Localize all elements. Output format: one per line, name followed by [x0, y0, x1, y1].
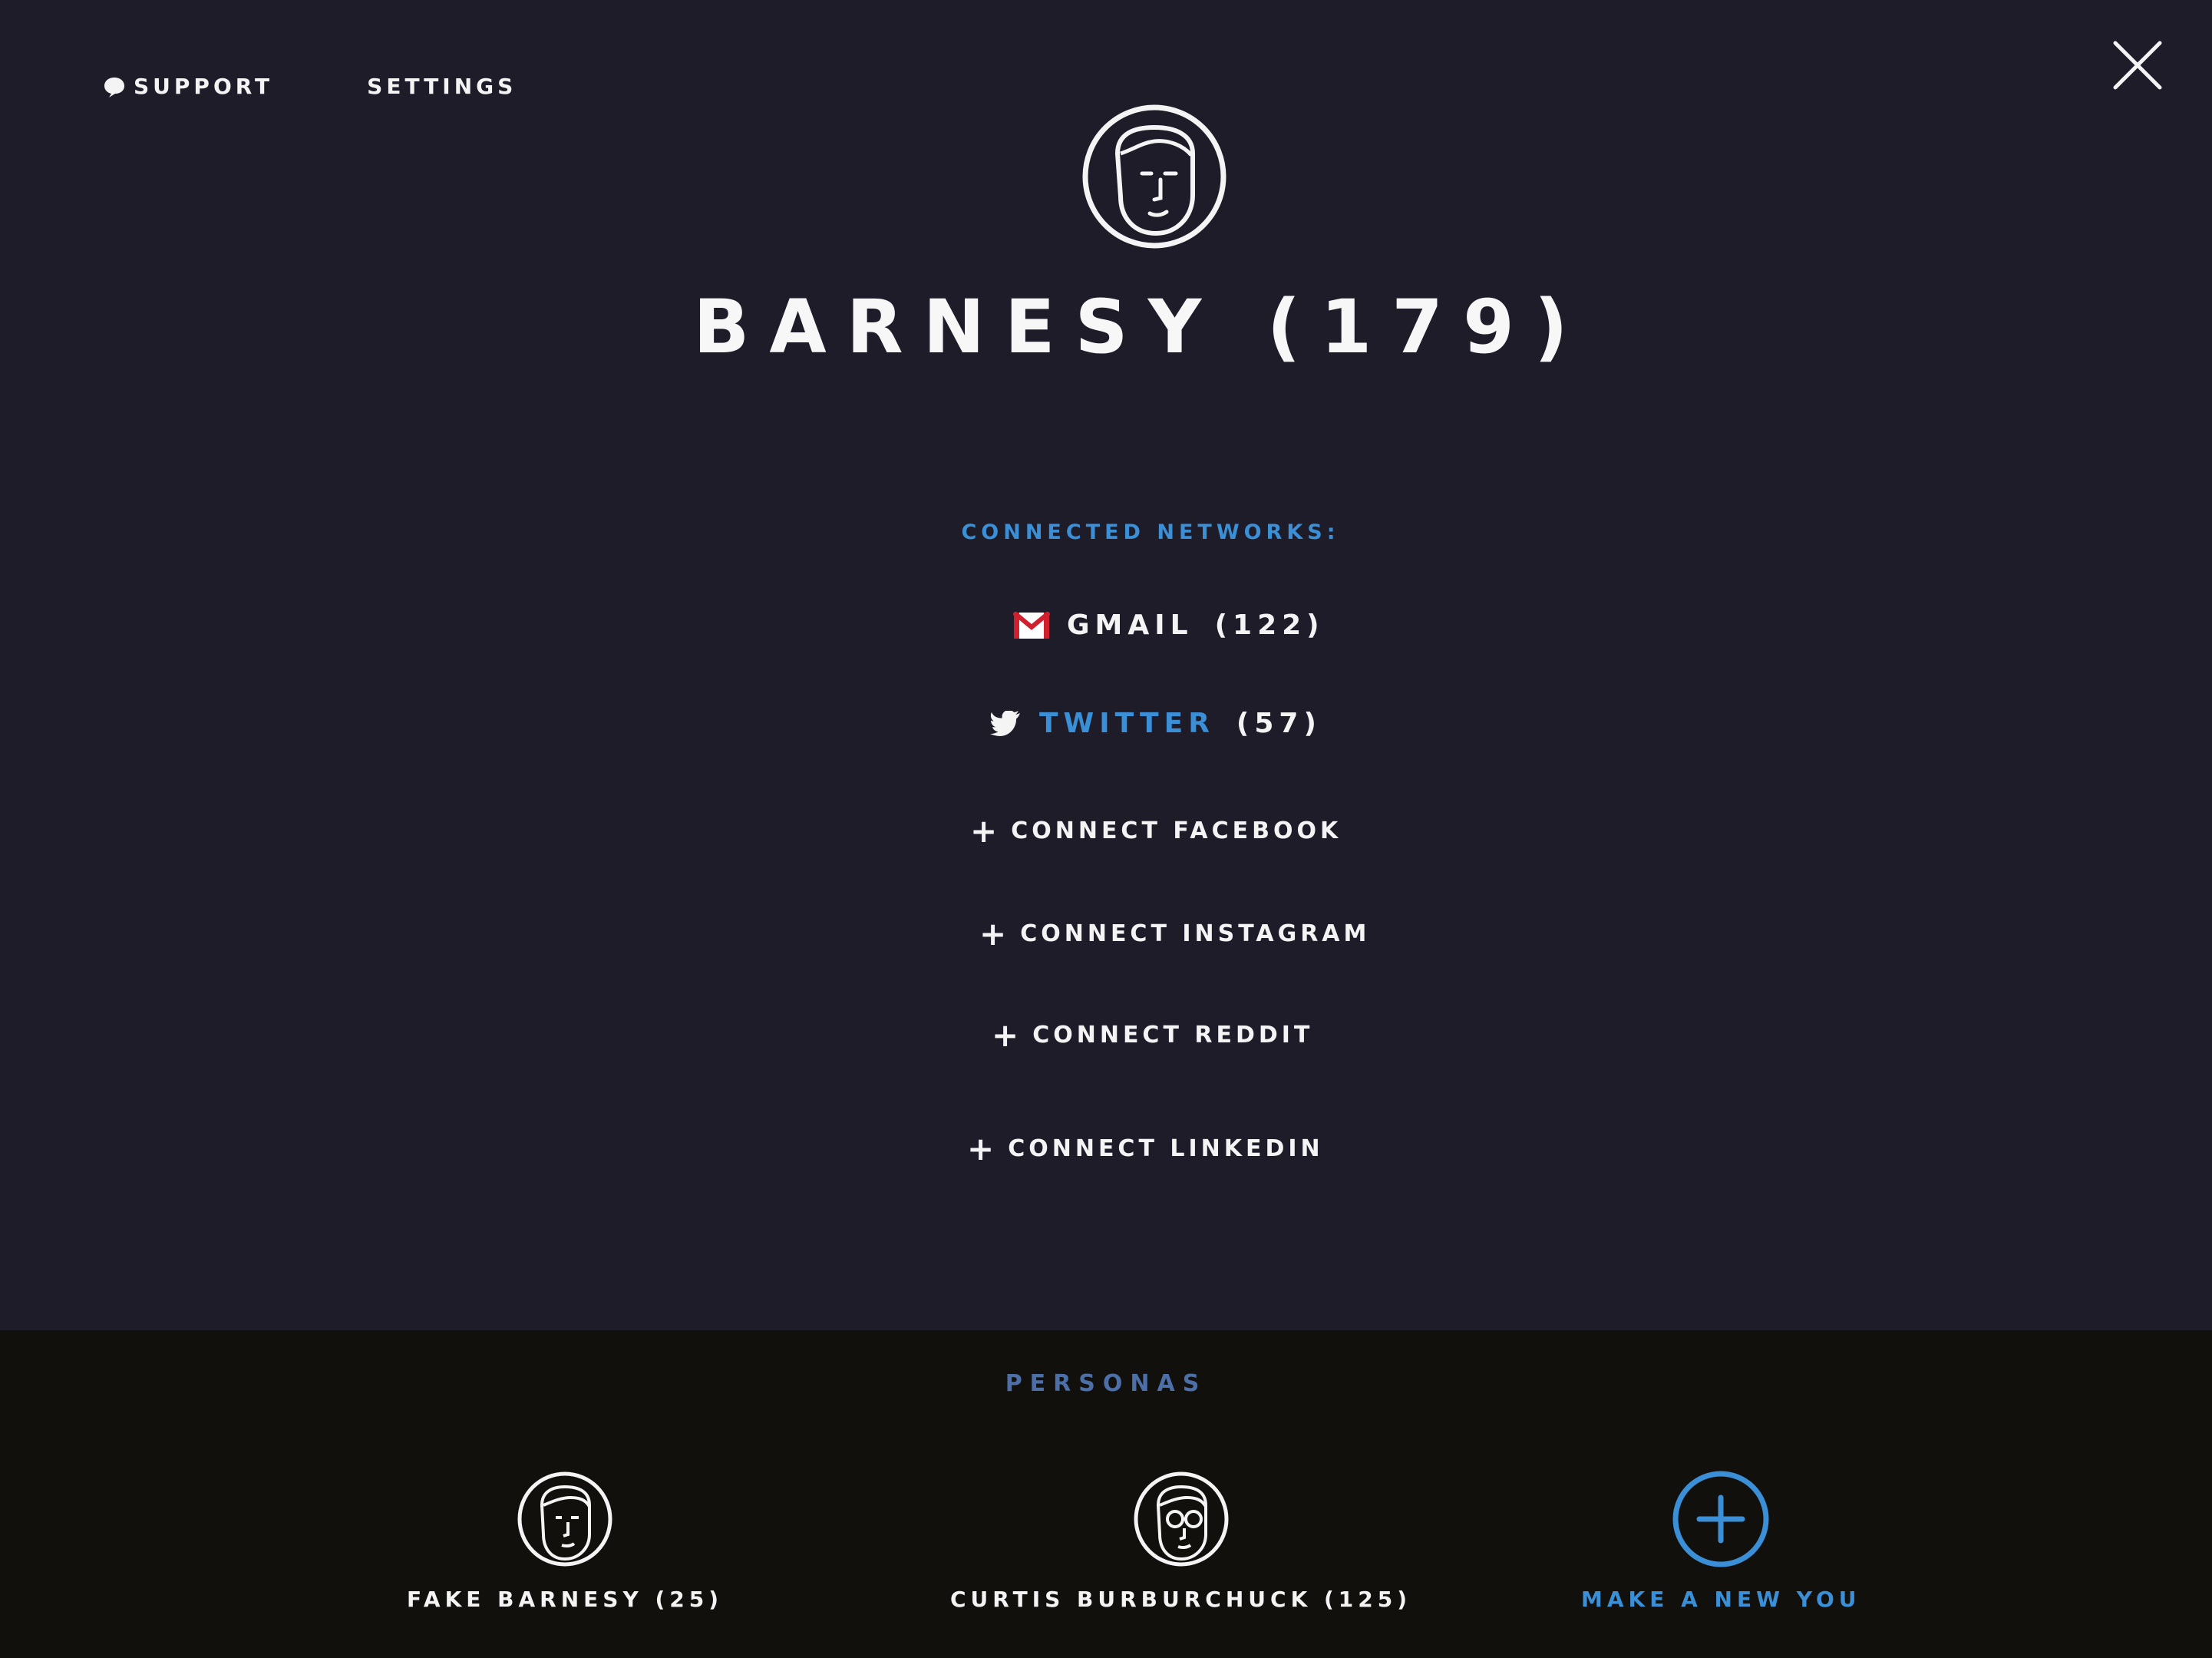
settings-label: SETTINGS	[367, 74, 517, 99]
connect-label: CONNECT FACEBOOK	[1011, 817, 1342, 844]
persona-avatar	[517, 1471, 612, 1567]
support-label: SUPPORT	[134, 74, 274, 99]
personas-title: PERSONAS	[1005, 1370, 1207, 1397]
persona-label: CURTIS BURBURCHUCK (125)	[950, 1587, 1412, 1612]
profile-avatar	[1082, 104, 1227, 249]
personas-panel: PERSONAS FAKE BARNESY (25) CURTIS BURBUR…	[0, 1330, 2212, 1658]
network-name: GMAIL	[1067, 609, 1193, 641]
network-count: (57)	[1236, 708, 1322, 739]
persona-label: FAKE BARNESY (25)	[407, 1587, 724, 1612]
persona-avatar	[1134, 1471, 1229, 1567]
plus-icon: +	[967, 1130, 995, 1168]
plus-icon: +	[979, 915, 1007, 953]
make-new-persona-button[interactable]: MAKE A NEW YOU	[1581, 1470, 1861, 1612]
plus-icon: +	[992, 1016, 1019, 1054]
plus-icon: +	[970, 812, 998, 850]
network-count: (122)	[1214, 609, 1325, 641]
profile-screen: SUPPORT SETTINGS BARNESY (179) CONNECTED…	[0, 0, 2212, 1658]
connect-label: CONNECT INSTAGRAM	[1020, 920, 1371, 947]
gmail-icon	[1013, 611, 1050, 639]
make-new-persona-label: MAKE A NEW YOU	[1581, 1587, 1861, 1612]
connect-reddit-button[interactable]: + CONNECT REDDIT	[992, 1016, 1313, 1054]
connect-instagram-button[interactable]: + CONNECT INSTAGRAM	[979, 915, 1370, 953]
persona-fake-barnesy[interactable]: FAKE BARNESY (25)	[407, 1470, 723, 1612]
add-circle-icon	[1672, 1471, 1769, 1567]
network-twitter[interactable]: TWITTER (57)	[990, 708, 1322, 739]
top-nav: SUPPORT SETTINGS	[103, 74, 517, 99]
main-panel: SUPPORT SETTINGS BARNESY (179) CONNECTED…	[0, 0, 2212, 1330]
connect-label: CONNECT LINKEDIN	[1008, 1135, 1324, 1162]
connect-label: CONNECT REDDIT	[1032, 1022, 1314, 1049]
support-link[interactable]: SUPPORT	[103, 74, 273, 99]
twitter-icon	[990, 710, 1020, 736]
connect-linkedin-button[interactable]: + CONNECT LINKEDIN	[967, 1130, 1324, 1168]
connected-networks-heading: CONNECTED NETWORKS:	[961, 520, 1340, 544]
settings-link[interactable]: SETTINGS	[367, 74, 517, 99]
network-name: TWITTER	[1039, 708, 1215, 739]
connect-facebook-button[interactable]: + CONNECT FACEBOOK	[970, 812, 1342, 850]
profile-name: BARNESY (179)	[693, 284, 1588, 370]
persona-curtis-burburchuck[interactable]: CURTIS BURBURCHUCK (125)	[950, 1470, 1411, 1612]
network-gmail[interactable]: GMAIL (122)	[1013, 609, 1325, 641]
chat-bubble-icon	[104, 77, 124, 97]
close-icon[interactable]	[2112, 40, 2163, 91]
